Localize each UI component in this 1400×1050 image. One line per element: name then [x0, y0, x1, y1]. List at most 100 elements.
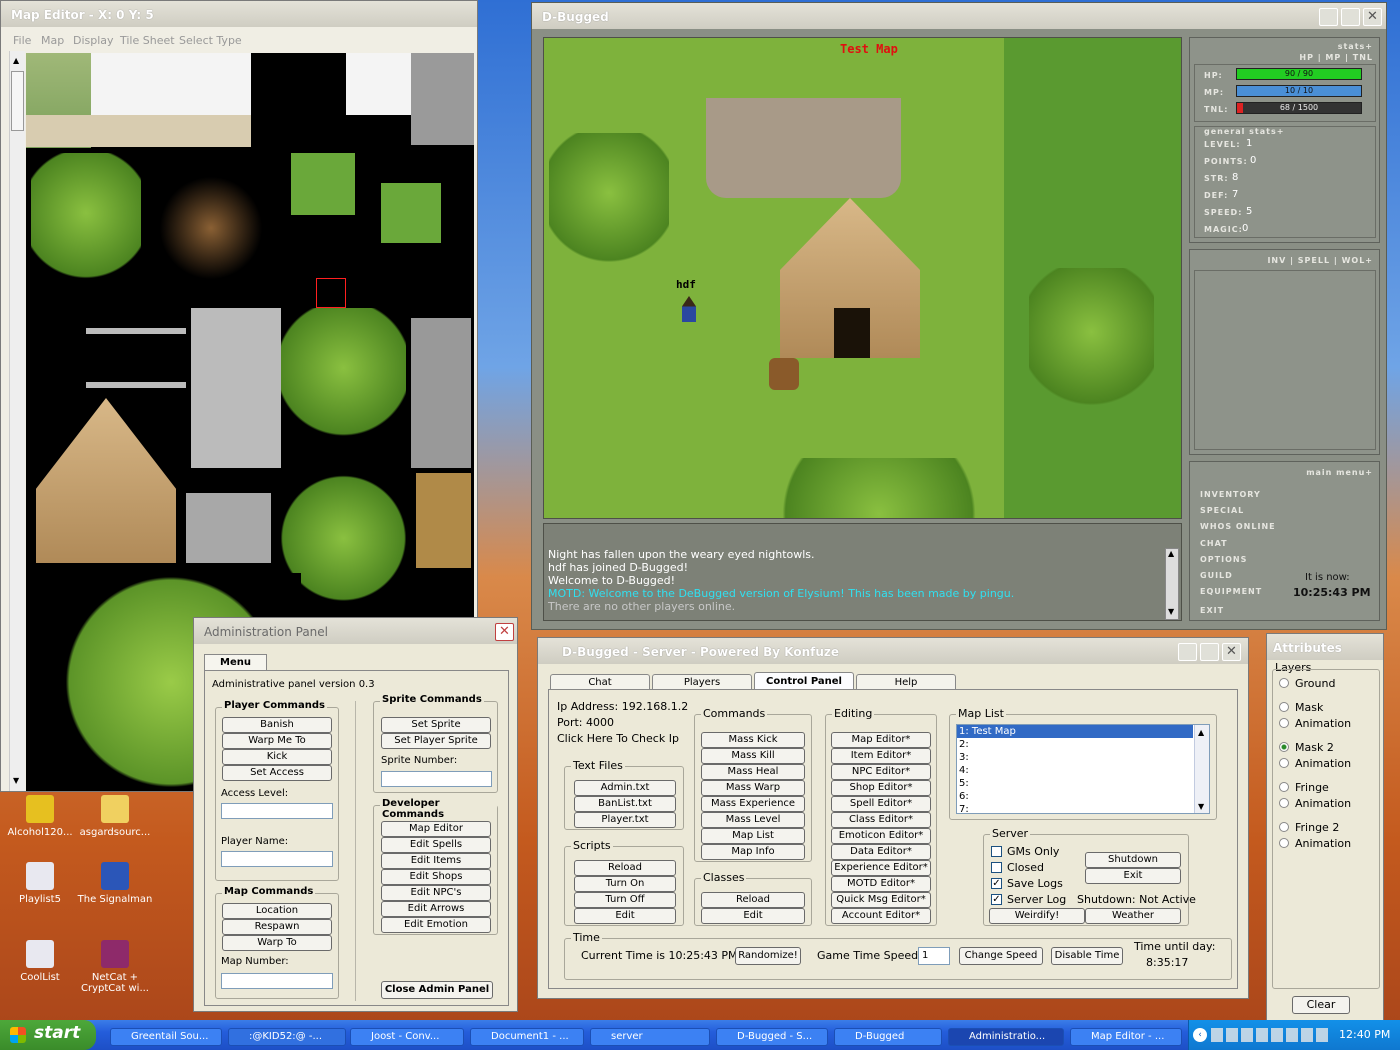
- menu-exit[interactable]: EXIT: [1200, 606, 1224, 615]
- maximize-icon[interactable]: [1341, 8, 1360, 26]
- vertical-scrollbar[interactable]: ▲ ▼: [9, 51, 25, 791]
- edit-arrows-button[interactable]: Edit Arrows: [381, 901, 491, 917]
- warp-to-button[interactable]: Warp To: [222, 935, 332, 951]
- mass-experience-button[interactable]: Mass Experience: [701, 796, 805, 812]
- menu-select-type[interactable]: Select Type: [179, 34, 242, 47]
- check-ip-link[interactable]: Click Here To Check Ip: [557, 732, 679, 745]
- turn-off-button[interactable]: Turn Off: [574, 892, 676, 908]
- map-list-item[interactable]: 5:: [957, 777, 1209, 790]
- scroll-up-icon[interactable]: ▲: [1168, 549, 1174, 558]
- spell-editor-button[interactable]: Spell Editor*: [831, 796, 931, 812]
- taskbar-item-dbugged[interactable]: D-Bugged: [834, 1028, 942, 1046]
- edit-classes-button[interactable]: Edit: [701, 908, 805, 924]
- tray-expand-icon[interactable]: ‹: [1193, 1028, 1207, 1042]
- location-button[interactable]: Location: [222, 903, 332, 919]
- map-listbox[interactable]: 1: Test Map 2: 3: 4: 5: 6: 7: ▲ ▼: [956, 724, 1210, 814]
- map-number-input[interactable]: [221, 973, 333, 989]
- server-log-checkbox[interactable]: ✓: [991, 894, 1002, 905]
- map-list-item[interactable]: 1: Test Map: [957, 725, 1193, 738]
- closed-checkbox[interactable]: [991, 862, 1002, 873]
- npc-editor-button[interactable]: NPC Editor*: [831, 764, 931, 780]
- start-button[interactable]: start: [0, 1020, 96, 1050]
- mass-heal-button[interactable]: Mass Heal: [701, 764, 805, 780]
- respawn-button[interactable]: Respawn: [222, 919, 332, 935]
- menu-whos-online[interactable]: WHOS ONLINE: [1200, 522, 1276, 531]
- edit-scripts-button[interactable]: Edit: [574, 908, 676, 924]
- minimize-icon[interactable]: [1319, 8, 1338, 26]
- taskbar-item-administration[interactable]: Administratio...: [948, 1028, 1064, 1046]
- taskbar-item-dbugged-server[interactable]: D-Bugged - S...: [716, 1028, 828, 1046]
- tray-icons[interactable]: [1211, 1028, 1331, 1042]
- map-info-button[interactable]: Map Info: [701, 844, 805, 860]
- map-editor-button[interactable]: Map Editor*: [831, 732, 931, 748]
- edit-spells-button[interactable]: Edit Spells: [381, 837, 491, 853]
- mask2-animation-radio[interactable]: [1279, 758, 1289, 768]
- menu-equipment[interactable]: EQUIPMENT: [1200, 587, 1262, 596]
- close-admin-panel-button[interactable]: Close Admin Panel: [381, 981, 493, 999]
- map-list-item[interactable]: 2:: [957, 738, 1209, 751]
- set-sprite-button[interactable]: Set Sprite: [381, 717, 491, 733]
- map-list-item[interactable]: 4:: [957, 764, 1209, 777]
- desktop-icon-signalman[interactable]: The Signalman: [75, 862, 155, 905]
- game-map-view[interactable]: Test Map hdf: [543, 37, 1182, 519]
- map-list-item[interactable]: 6:: [957, 790, 1209, 803]
- close-icon[interactable]: ✕: [1222, 643, 1241, 661]
- desktop-icon-coollist[interactable]: CoolList: [0, 940, 80, 983]
- shop-editor-button[interactable]: Shop Editor*: [831, 780, 931, 796]
- set-access-button[interactable]: Set Access: [222, 765, 332, 781]
- gms-only-checkbox[interactable]: [991, 846, 1002, 857]
- reload-classes-button[interactable]: Reload: [701, 892, 805, 908]
- player-txt-button[interactable]: Player.txt: [574, 812, 676, 828]
- tab-chat[interactable]: Chat: [550, 674, 650, 690]
- scroll-thumb[interactable]: [11, 71, 24, 131]
- tab-menu[interactable]: Menu: [204, 654, 267, 671]
- mask-animation-radio[interactable]: [1279, 718, 1289, 728]
- close-icon[interactable]: ✕: [1363, 8, 1382, 26]
- warp-me-to-button[interactable]: Warp Me To: [222, 733, 332, 749]
- menu-special[interactable]: SPECIAL: [1200, 506, 1244, 515]
- mask2-radio[interactable]: [1279, 742, 1289, 752]
- class-editor-button[interactable]: Class Editor*: [831, 812, 931, 828]
- experience-editor-button[interactable]: Experience Editor*: [831, 860, 931, 876]
- shutdown-button[interactable]: Shutdown: [1085, 852, 1181, 868]
- taskbar-item-joost[interactable]: Joost - Conv...: [350, 1028, 464, 1046]
- exit-button[interactable]: Exit: [1085, 868, 1181, 884]
- desktop-icon-netcat[interactable]: NetCat + CryptCat wi...: [75, 940, 155, 994]
- map-list-button[interactable]: Map List: [701, 828, 805, 844]
- kick-button[interactable]: Kick: [222, 749, 332, 765]
- clock[interactable]: 12:40 PM: [1339, 1028, 1390, 1041]
- minimize-icon[interactable]: [1178, 643, 1197, 661]
- chat-scrollbar[interactable]: ▲ ▼: [1165, 548, 1179, 620]
- player-sprite[interactable]: [682, 296, 696, 322]
- disable-time-button[interactable]: Disable Time: [1051, 947, 1123, 965]
- randomize-button[interactable]: Randomize!: [735, 947, 801, 965]
- sprite-number-input[interactable]: [381, 771, 492, 787]
- scroll-down-icon[interactable]: ▼: [13, 776, 19, 785]
- menu-file[interactable]: File: [13, 34, 31, 47]
- scroll-down-icon[interactable]: ▼: [1168, 607, 1174, 616]
- taskbar-item-document1[interactable]: Document1 - ...: [470, 1028, 584, 1046]
- mass-kick-button[interactable]: Mass Kick: [701, 732, 805, 748]
- mass-warp-button[interactable]: Mass Warp: [701, 780, 805, 796]
- inventory-slots[interactable]: [1194, 270, 1376, 450]
- scroll-up-icon[interactable]: ▲: [1198, 726, 1204, 739]
- inventory-tabs[interactable]: INV | SPELL | WOL+: [1267, 256, 1373, 265]
- map-list-item[interactable]: 3:: [957, 751, 1209, 764]
- stats-tabs[interactable]: HP | MP | TNL: [1299, 53, 1373, 62]
- map-list-scrollbar[interactable]: ▲ ▼: [1194, 725, 1209, 813]
- set-player-sprite-button[interactable]: Set Player Sprite: [381, 733, 491, 749]
- player-name-input[interactable]: [221, 851, 333, 867]
- mask-radio[interactable]: [1279, 702, 1289, 712]
- maximize-icon[interactable]: [1200, 643, 1219, 661]
- desktop-icon-asgard[interactable]: asgardsourc...: [75, 795, 155, 838]
- desktop-icon-playlist5[interactable]: Playlist5: [0, 862, 80, 905]
- ground-radio[interactable]: [1279, 678, 1289, 688]
- weirdify-button[interactable]: Weirdify!: [989, 908, 1085, 924]
- banish-button[interactable]: Banish: [222, 717, 332, 733]
- fringe2-animation-radio[interactable]: [1279, 838, 1289, 848]
- menu-tile-sheet[interactable]: Tile Sheet: [120, 34, 175, 47]
- taskbar-item-greentail[interactable]: Greentail Sou...: [110, 1028, 222, 1046]
- fringe-animation-radio[interactable]: [1279, 798, 1289, 808]
- mass-level-button[interactable]: Mass Level: [701, 812, 805, 828]
- menu-chat[interactable]: CHAT: [1200, 539, 1228, 548]
